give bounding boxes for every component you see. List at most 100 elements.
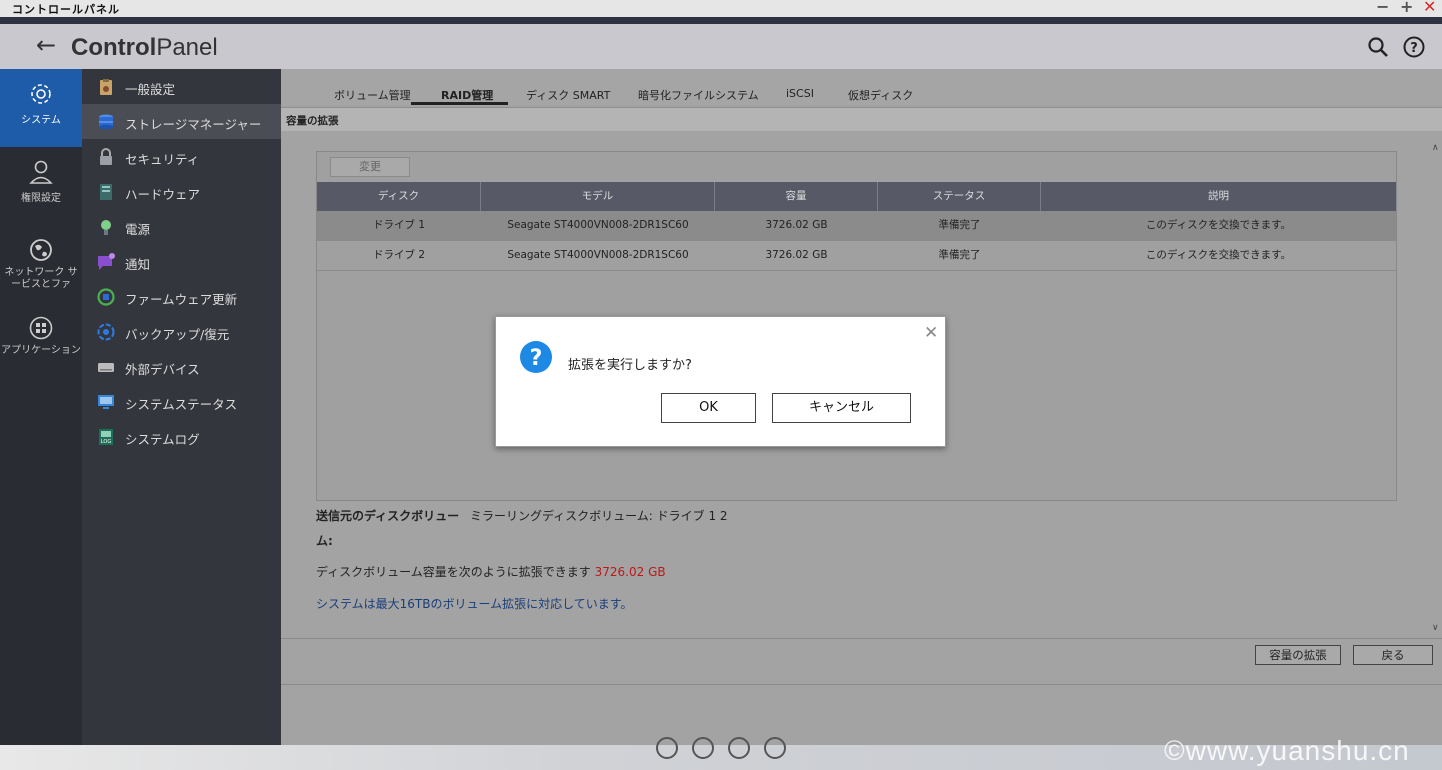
submenu-item-storage[interactable]: ストレージマネージャー [82, 104, 281, 139]
svg-text:?: ? [1410, 41, 1418, 56]
hardware-icon [100, 184, 112, 200]
question-icon: ? [520, 341, 552, 373]
dialog-message: 拡張を実行しますか? [568, 358, 692, 373]
expand-capacity-value: 3726.02 GB [594, 565, 666, 579]
svg-text:?: ? [530, 346, 543, 371]
tab-bar: ボリューム管理 RAID管理 ディスク SMART 暗号化ファイルシステム iS… [281, 69, 1442, 105]
column-header-description[interactable]: 説明 [1041, 182, 1396, 211]
divider [281, 684, 1442, 685]
notification-icon [98, 253, 115, 270]
tab-volume-management[interactable]: ボリューム管理 [334, 87, 411, 103]
globe-icon [30, 239, 52, 261]
table-header: ディスク モデル 容量 ステータス 説明 [317, 182, 1396, 211]
submenu-item-backup[interactable]: バックアップ/復元 [82, 314, 281, 349]
column-header-disk[interactable]: ディスク [317, 182, 481, 211]
expand-capacity-text: ディスクボリューム容量を次のように拡張できます 3726.02 GB [316, 565, 666, 579]
header-divider [0, 17, 1442, 24]
table-cell: ドライブ 1 [372, 219, 426, 231]
submenu-item-hardware[interactable]: ハードウェア [82, 174, 281, 209]
expand-capacity-button[interactable]: 容量の拡張 [1255, 645, 1341, 665]
back-button[interactable]: 戻る [1353, 645, 1433, 665]
nav-label: ネットワーク サービスとファ [4, 267, 78, 290]
lock-icon [100, 148, 112, 165]
table-cell: 3726.02 GB [765, 249, 828, 261]
svg-text:LOG: LOG [101, 439, 112, 445]
submenu-item-power[interactable]: 電源 [82, 209, 281, 244]
system-submenu: 一般設定 ストレージマネージャー セキュリティ ハードウェア 電源 通知 ファー… [82, 69, 281, 745]
firmware-icon [97, 288, 115, 306]
table-cell: ドライブ 2 [372, 249, 426, 261]
monitor-icon [98, 395, 114, 409]
submenu-item-firmware[interactable]: ファームウェア更新 [82, 279, 281, 314]
external-device-icon [98, 363, 114, 372]
app-header: ← ControlPanel ? [0, 24, 1442, 69]
tab-disk-smart[interactable]: ディスク SMART [526, 87, 610, 103]
divider [281, 638, 1442, 639]
table-row[interactable]: ドライブ 1 Seagate ST4000VN008-2DR1SC60 3726… [317, 211, 1396, 241]
source-volume-value: ミラーリングディスクボリューム: ドライブ 1 2 [470, 509, 728, 523]
power-bulb-icon [101, 220, 111, 235]
change-button[interactable]: 変更 [330, 157, 410, 177]
tab-virtual-disk[interactable]: 仮想ディスク [848, 87, 913, 103]
taskbar-icon[interactable] [656, 737, 678, 759]
user-icon [29, 160, 53, 184]
tab-encrypted-filesystem[interactable]: 暗号化ファイルシステム [638, 87, 759, 103]
nav-item-privilege[interactable]: 権限設定 [0, 155, 82, 215]
tab-raid-management[interactable]: RAID管理 [441, 87, 493, 103]
source-volume-label: 送信元のディスクボリュー [316, 509, 460, 523]
maximize-icon[interactable]: + [1400, 0, 1413, 16]
table-cell: Seagate ST4000VN008-2DR1SC60 [507, 249, 689, 261]
taskbar-icon[interactable] [692, 737, 714, 759]
log-icon: LOG [99, 429, 113, 445]
minimize-icon[interactable]: − [1376, 0, 1389, 16]
window-title: コントロールパネル [12, 3, 120, 16]
tab-iscsi[interactable]: iSCSI [786, 87, 814, 100]
submenu-item-general[interactable]: 一般設定 [82, 69, 281, 104]
table-cell: このディスクを交換できます。 [1145, 249, 1292, 261]
source-volume-label-cont: ム: [316, 534, 333, 548]
column-header-model[interactable]: モデル [481, 182, 715, 211]
general-settings-icon [100, 79, 112, 95]
scrollbar[interactable]: ∧ ∨ [1431, 143, 1442, 638]
cancel-button[interactable]: キャンセル [772, 393, 911, 423]
app-title: ControlPanel [71, 34, 218, 61]
scroll-up-icon[interactable]: ∧ [1432, 143, 1439, 153]
storage-icon [99, 114, 113, 130]
table-cell: 準備完了 [938, 249, 981, 261]
submenu-item-system-log[interactable]: LOG システムログ [82, 419, 281, 454]
nav-item-applications[interactable]: アプリケーション [0, 313, 82, 373]
apps-grid-icon [29, 316, 53, 340]
table-cell: 3726.02 GB [765, 219, 828, 231]
table-row[interactable]: ドライブ 2 Seagate ST4000VN008-2DR1SC60 3726… [317, 241, 1396, 271]
gear-icon [31, 84, 51, 104]
taskbar-icon[interactable] [764, 737, 786, 759]
submenu-item-notification[interactable]: 通知 [82, 244, 281, 279]
search-icon[interactable] [1367, 36, 1389, 58]
table-cell: 準備完了 [938, 219, 981, 231]
table-cell: このディスクを交換できます。 [1145, 219, 1292, 231]
watermark: ©www.yuanshu.cn [1164, 735, 1410, 766]
active-tab-indicator [411, 102, 508, 105]
close-window-icon[interactable]: ✕ [1423, 0, 1436, 16]
help-icon[interactable]: ? [1403, 36, 1425, 58]
max-volume-note: システムは最大16TBのボリューム拡張に対応しています。 [316, 597, 633, 611]
nav-item-network[interactable]: ネットワーク サービスとファ [0, 235, 82, 299]
confirm-dialog: ✕ ? 拡張を実行しますか? OK キャンセル [495, 316, 946, 447]
submenu-item-security[interactable]: セキュリティ [82, 139, 281, 174]
nav-label: アプリケーション [1, 345, 81, 356]
submenu-item-system-status[interactable]: システムステータス [82, 384, 281, 419]
window-titlebar: コントロールパネル − + ✕ [0, 0, 1442, 17]
column-header-capacity[interactable]: 容量 [715, 182, 878, 211]
taskbar-icon[interactable] [728, 737, 750, 759]
section-header: 容量の拡張 [281, 107, 1442, 131]
left-nav: システム 権限設定 ネットワーク サービスとファ アプリケーション [0, 69, 82, 745]
column-header-status[interactable]: ステータス [878, 182, 1041, 211]
nav-label: 権限設定 [21, 193, 61, 204]
close-icon[interactable]: ✕ [924, 323, 938, 343]
nav-item-system[interactable]: システム [0, 69, 82, 147]
submenu-item-external-device[interactable]: 外部デバイス [82, 349, 281, 384]
scroll-down-icon[interactable]: ∨ [1432, 623, 1439, 633]
back-arrow-icon[interactable]: ← [36, 31, 56, 59]
ok-button[interactable]: OK [661, 393, 756, 423]
section-title: 容量の拡張 [286, 115, 339, 127]
